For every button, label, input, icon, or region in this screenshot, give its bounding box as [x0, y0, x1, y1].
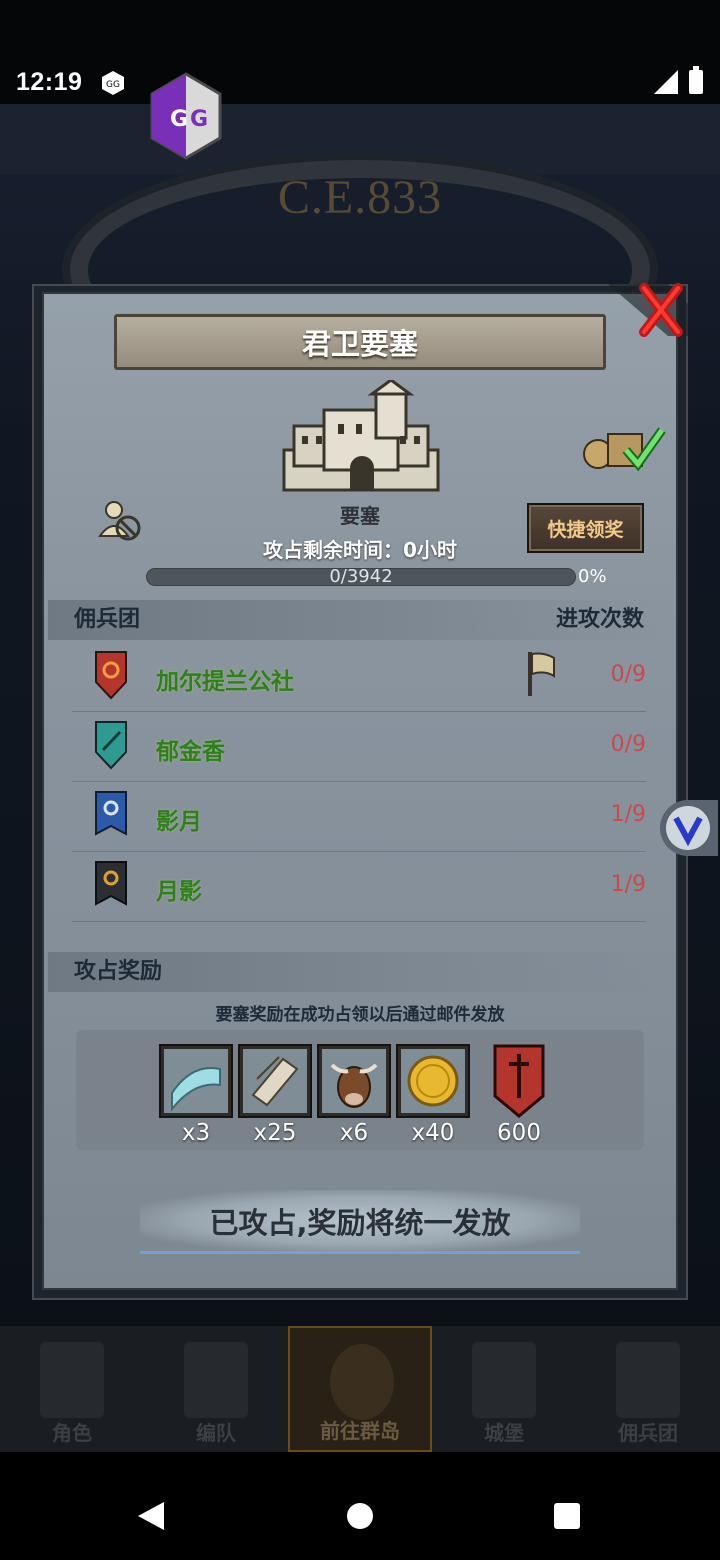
- game-guardian-icon[interactable]: G G: [148, 70, 224, 162]
- flag-icon: [528, 652, 555, 696]
- status-time: 12:19: [16, 68, 83, 96]
- svg-text:G: G: [170, 107, 188, 132]
- mercenary-name: 月影: [156, 879, 202, 905]
- status-bar: 12:19 GG: [0, 0, 720, 104]
- progress-text: 0/3942: [329, 566, 393, 587]
- nav-label: 角色: [52, 1421, 92, 1445]
- fortress-icon: [282, 380, 440, 492]
- red-banner-icon[interactable]: [493, 1044, 545, 1118]
- attack-count-header: 进攻次数: [555, 607, 644, 632]
- mercenary-row[interactable]: 郁金香 0/9: [72, 712, 646, 782]
- reward-qty: x40: [411, 1120, 455, 1146]
- helmet-icon: [184, 1342, 248, 1418]
- mercenary-header-label: 佣兵团: [74, 607, 141, 632]
- floating-assistant-button[interactable]: [660, 800, 718, 856]
- attack-count: 0/9: [610, 662, 646, 687]
- compass-icon: [330, 1344, 394, 1420]
- shield-icon: [95, 651, 127, 700]
- mercenary-name: 影月: [156, 809, 202, 835]
- dialog-title: 君卫要塞: [114, 314, 606, 370]
- nav-item-islands[interactable]: 前往群岛: [288, 1326, 432, 1452]
- reward-qty: x6: [339, 1120, 369, 1146]
- bull-icon: [322, 1049, 386, 1113]
- reward-header: 攻占奖励: [48, 952, 672, 992]
- era-label: C.E.833: [277, 171, 443, 224]
- ship-icon: [616, 1342, 680, 1418]
- nav-item-character[interactable]: 角色: [0, 1326, 144, 1452]
- reward-chest-check-icon[interactable]: [582, 420, 666, 472]
- reward-item[interactable]: [317, 1044, 391, 1118]
- mercenary-row[interactable]: 加尔提兰公社 0/9: [72, 642, 646, 712]
- attack-count: 1/9: [610, 872, 646, 897]
- reward-item[interactable]: [238, 1044, 312, 1118]
- reward-qty: x3: [181, 1120, 211, 1146]
- reward-item[interactable]: [159, 1044, 233, 1118]
- shield-icon: [95, 721, 127, 770]
- captured-status-button[interactable]: 已攻占,奖励将统一发放: [140, 1190, 580, 1254]
- nav-label: 佣兵团: [618, 1421, 678, 1445]
- reward-note: 要塞奖励在成功占领以后通过邮件发放: [215, 1005, 505, 1025]
- nav-label: 编队: [196, 1421, 236, 1445]
- shield-icon: [95, 791, 127, 836]
- gold-coin-icon: [401, 1049, 465, 1113]
- nav-item-castle[interactable]: 城堡: [432, 1326, 576, 1452]
- mercenary-name: 加尔提兰公社: [156, 669, 294, 695]
- battery-icon: [689, 66, 703, 94]
- back-icon[interactable]: [136, 1500, 166, 1532]
- knight-icon: [40, 1342, 104, 1418]
- attack-count: 1/9: [610, 802, 646, 827]
- reward-qty: 600: [497, 1120, 541, 1146]
- home-icon[interactable]: [346, 1502, 374, 1530]
- nav-item-formation[interactable]: 编队: [144, 1326, 288, 1452]
- reward-qty: x25: [253, 1120, 297, 1146]
- nav-item-mercenary[interactable]: 佣兵团: [576, 1326, 720, 1452]
- nav-label: 前往群岛: [320, 1419, 400, 1443]
- recents-icon[interactable]: [553, 1502, 581, 1530]
- cloth-icon: [164, 1049, 228, 1113]
- system-nav-bar: [0, 1452, 720, 1560]
- shield-icon: [95, 861, 127, 906]
- mercenary-row[interactable]: 月影 1/9: [72, 852, 646, 922]
- svg-text:G: G: [190, 107, 208, 132]
- svg-text:GG: GG: [106, 80, 120, 90]
- v-logo-icon: [666, 806, 710, 850]
- remaining-time: 攻占剩余时间：0小时: [263, 538, 457, 562]
- mercenary-row[interactable]: 影月 1/9: [72, 782, 646, 852]
- attack-count: 0/9: [610, 732, 646, 757]
- scroll-icon: [243, 1049, 307, 1113]
- bottom-nav: 角色 编队 前往群岛 城堡 佣兵团: [0, 1326, 720, 1452]
- gg-notification-icon: GG: [102, 71, 124, 95]
- mercenary-header: 佣兵团 进攻次数: [48, 600, 672, 640]
- reward-header-label: 攻占奖励: [74, 959, 163, 984]
- mercenary-name: 郁金香: [156, 739, 225, 765]
- reward-item[interactable]: [396, 1044, 470, 1118]
- signal-icon: [654, 70, 678, 94]
- progress-percent: 0%: [578, 566, 607, 587]
- close-icon[interactable]: [608, 280, 688, 340]
- nav-label: 城堡: [484, 1421, 524, 1445]
- castle-icon: [472, 1342, 536, 1418]
